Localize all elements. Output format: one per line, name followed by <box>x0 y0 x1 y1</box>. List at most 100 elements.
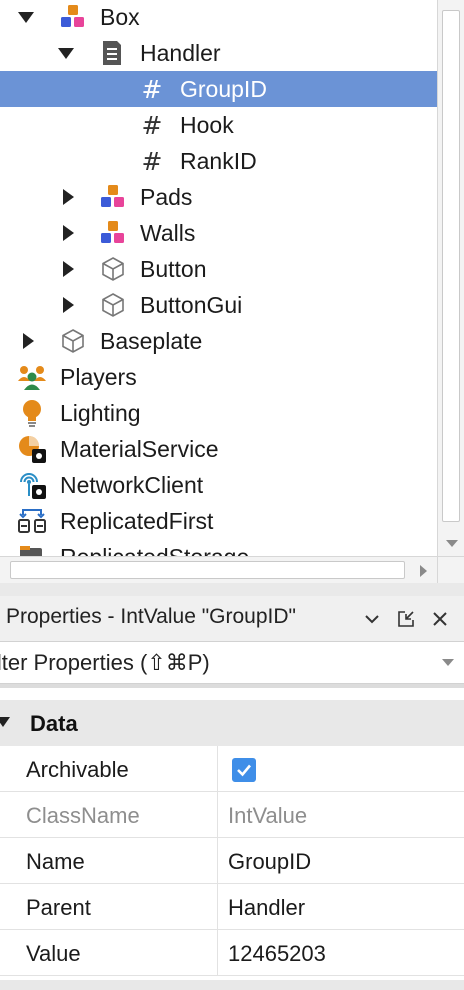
property-row-name: Name GroupID <box>0 838 464 884</box>
property-row-parent: Parent Handler <box>0 884 464 930</box>
property-name: Parent <box>26 895 91 920</box>
filter-bar <box>0 642 464 684</box>
replicated-first-icon <box>17 506 47 536</box>
tree-item-players[interactable]: Players <box>0 359 437 395</box>
tree-item-box[interactable]: Box <box>0 0 437 35</box>
tree-item-groupid[interactable]: # GroupID <box>0 71 437 107</box>
tree-item-label: ReplicatedFirst <box>60 507 214 534</box>
property-value-input[interactable]: Handler <box>228 895 305 921</box>
property-name: Archivable <box>26 757 129 782</box>
script-icon <box>97 38 127 68</box>
tree-item-pads[interactable]: Pads <box>0 179 437 215</box>
divider <box>0 684 464 688</box>
hash-icon: # <box>141 74 163 104</box>
close-icon[interactable] <box>428 607 452 631</box>
property-value-input[interactable]: 12465203 <box>228 941 326 967</box>
chevron-down-icon[interactable] <box>442 659 454 666</box>
expand-arrow-icon[interactable] <box>21 333 35 349</box>
tree-item-label: ButtonGui <box>140 291 243 318</box>
tree-item-label: Walls <box>140 219 196 246</box>
explorer-tree: Box Handler # GroupID # Hook # RankID Pa… <box>0 0 437 556</box>
column-divider <box>217 884 218 930</box>
tree-item-label: Players <box>60 363 137 390</box>
section-data-header[interactable]: Data <box>0 700 464 746</box>
property-value: IntValue <box>228 803 308 828</box>
tree-item-replicatedstorage[interactable]: ReplicatedStorage <box>0 539 437 556</box>
tree-item-baseplate[interactable]: Baseplate <box>0 323 437 359</box>
archivable-checkbox[interactable] <box>232 758 256 782</box>
tree-item-buttongui[interactable]: ButtonGui <box>0 287 437 323</box>
properties-panel: Properties - IntValue "GroupID" Data Arc… <box>0 596 464 990</box>
part-icon <box>98 290 128 320</box>
collapse-arrow-icon[interactable] <box>59 45 73 61</box>
horizontal-scrollbar[interactable] <box>0 556 437 583</box>
property-name: Name <box>26 849 85 874</box>
expand-arrow-icon[interactable] <box>61 261 75 277</box>
tree-item-label: Button <box>140 255 207 282</box>
scroll-right-arrow-icon[interactable] <box>410 557 437 584</box>
model-icon <box>98 218 128 248</box>
chevron-down-icon[interactable] <box>360 607 384 631</box>
column-divider <box>217 930 218 976</box>
part-icon <box>98 254 128 284</box>
property-value-input[interactable]: GroupID <box>228 849 311 875</box>
property-row-value: Value 12465203 <box>0 930 464 976</box>
expand-arrow-icon[interactable] <box>61 297 75 313</box>
dock-icon[interactable] <box>394 607 418 631</box>
property-row-classname: ClassName IntValue <box>0 792 464 838</box>
model-icon <box>98 182 128 212</box>
horizontal-scroll-thumb[interactable] <box>10 561 405 579</box>
property-row-archivable: Archivable <box>0 746 464 792</box>
hash-icon: # <box>141 110 163 140</box>
tree-item-label: Hook <box>180 111 234 138</box>
checkmark-icon <box>237 764 251 777</box>
tree-item-label: RankID <box>180 147 257 174</box>
panel-divider[interactable] <box>0 583 464 596</box>
model-icon <box>58 2 88 32</box>
tree-item-label: ReplicatedStorage <box>60 544 249 557</box>
tree-item-walls[interactable]: Walls <box>0 215 437 251</box>
properties-title: Properties - IntValue "GroupID" <box>6 605 296 628</box>
collapse-arrow-icon[interactable] <box>0 717 10 727</box>
lightbulb-icon <box>17 398 47 428</box>
scrollbar-corner <box>437 556 464 583</box>
tree-item-replicatedfirst[interactable]: ReplicatedFirst <box>0 503 437 539</box>
tree-item-label: Pads <box>140 183 193 210</box>
expand-arrow-icon[interactable] <box>61 225 75 241</box>
vertical-scroll-thumb[interactable] <box>442 10 460 522</box>
tree-item-label: Lighting <box>60 399 141 426</box>
tree-item-lighting[interactable]: Lighting <box>0 395 437 431</box>
tree-item-hook[interactable]: # Hook <box>0 107 437 143</box>
hash-icon: # <box>141 146 163 176</box>
vertical-scrollbar[interactable] <box>437 0 464 556</box>
property-name: Value <box>26 941 81 966</box>
property-name: ClassName <box>26 803 140 828</box>
network-client-icon <box>17 470 47 500</box>
tree-item-label: GroupID <box>180 75 267 102</box>
expand-arrow-icon[interactable] <box>61 189 75 205</box>
tree-item-materialservice[interactable]: MaterialService <box>0 431 437 467</box>
tree-item-networkclient[interactable]: NetworkClient <box>0 467 437 503</box>
material-service-icon <box>17 434 47 464</box>
collapse-arrow-icon[interactable] <box>19 9 33 25</box>
filter-properties-input[interactable] <box>0 646 422 680</box>
scroll-down-arrow-icon[interactable] <box>438 530 464 556</box>
column-divider <box>217 838 218 884</box>
tree-item-label: Box <box>100 3 140 30</box>
column-divider <box>217 746 218 792</box>
replicated-storage-icon <box>17 542 47 556</box>
tree-item-label: NetworkClient <box>60 471 204 498</box>
tree-item-rankid[interactable]: # RankID <box>0 143 437 179</box>
properties-header: Properties - IntValue "GroupID" <box>0 596 464 642</box>
players-icon <box>17 362 47 392</box>
properties-footer <box>0 980 464 990</box>
explorer-panel: Box Handler # GroupID # Hook # RankID Pa… <box>0 0 464 583</box>
tree-item-button[interactable]: Button <box>0 251 437 287</box>
tree-item-label: Handler <box>140 39 221 66</box>
column-divider <box>217 792 218 838</box>
tree-item-handler[interactable]: Handler <box>0 35 437 71</box>
section-label: Data <box>30 711 78 736</box>
tree-item-label: MaterialService <box>60 435 219 462</box>
part-icon <box>58 326 88 356</box>
tree-item-label: Baseplate <box>100 327 203 354</box>
